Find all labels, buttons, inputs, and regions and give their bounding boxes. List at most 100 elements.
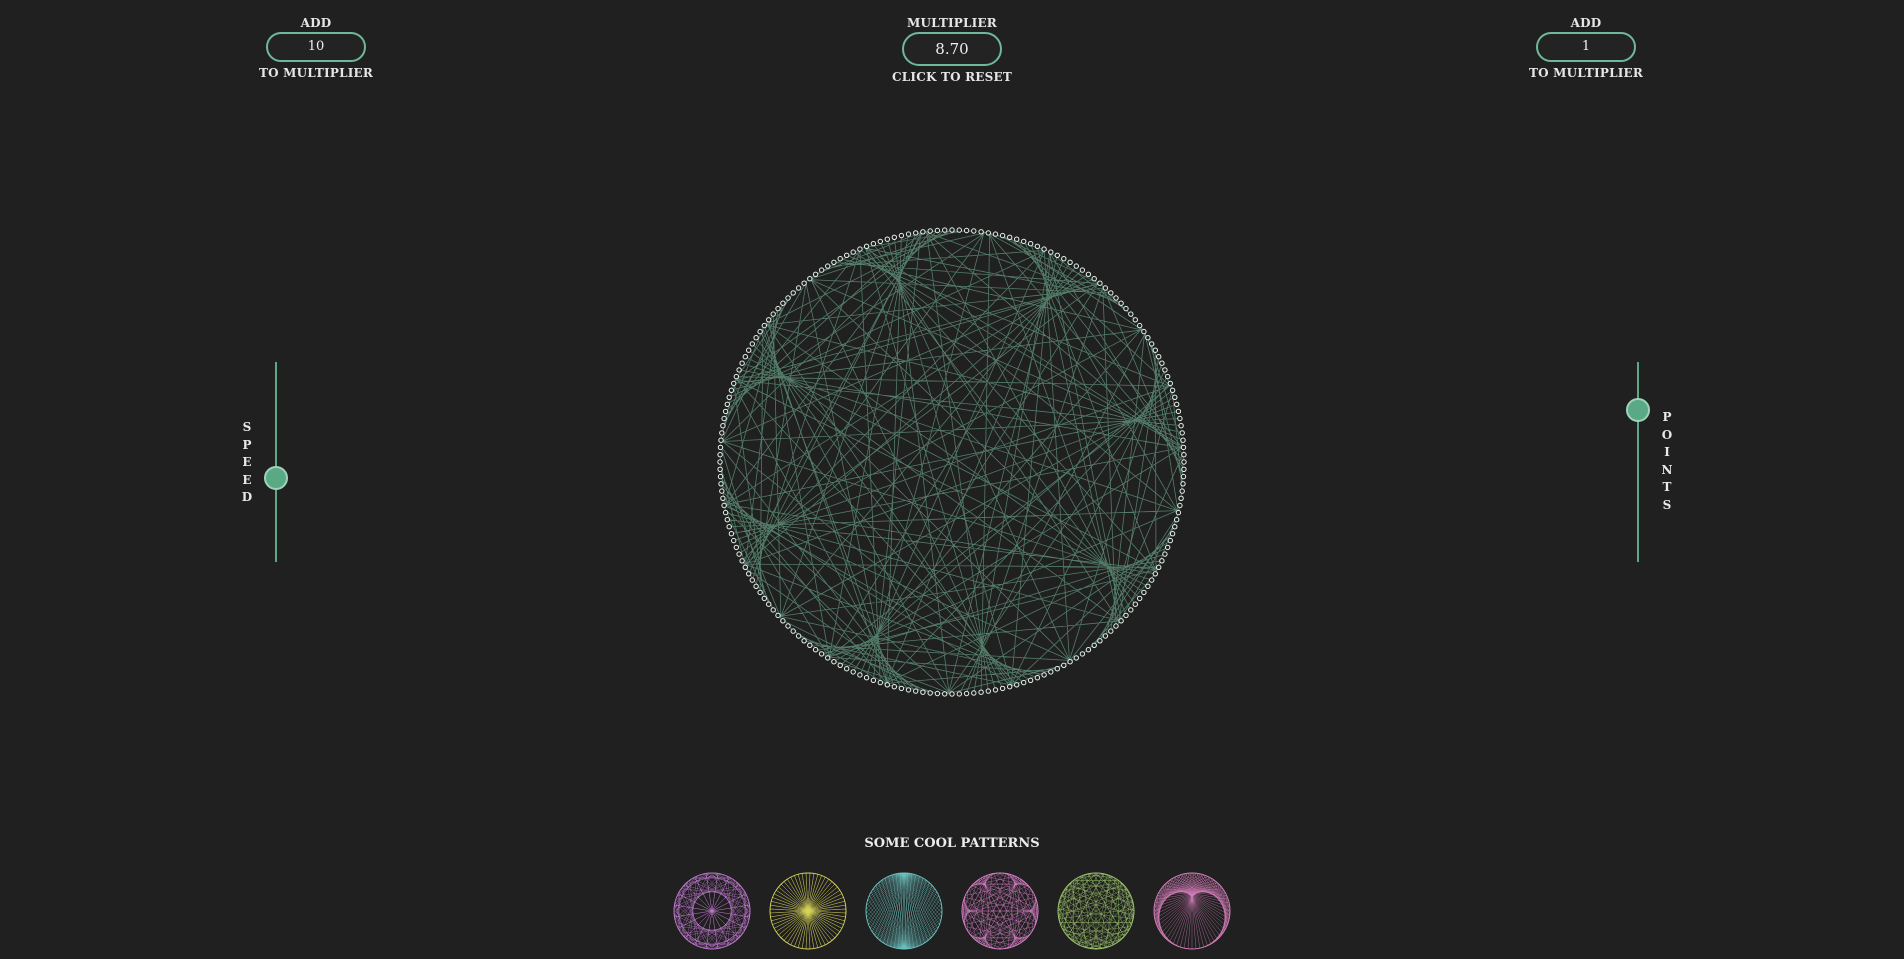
circle-point [753, 583, 759, 589]
circle-point [1108, 628, 1114, 634]
pattern-teal-grid-thumbnail[interactable] [864, 871, 944, 951]
circle-point [1181, 459, 1187, 465]
circle-point [1156, 354, 1162, 360]
circle-point [863, 243, 870, 249]
circle-point [728, 531, 735, 537]
circle-point [720, 423, 726, 429]
circle-point [795, 633, 802, 639]
multiplier-label: MULTIPLIER [907, 16, 997, 30]
add-multiplier-control-left: ADD 10 TO MULTIPLIER [246, 16, 386, 80]
circle-point [1128, 311, 1134, 317]
add-value-left-input[interactable]: 10 [266, 32, 366, 62]
circle-point [1079, 267, 1086, 273]
circle-point [1159, 558, 1165, 564]
circle-point [1061, 256, 1067, 262]
circle-point [877, 679, 884, 686]
circle-point [863, 675, 870, 681]
circle-point [801, 638, 807, 644]
circle-point [1156, 564, 1162, 570]
circle-point [1054, 252, 1060, 258]
circle-point [1014, 682, 1020, 688]
circle-point [857, 672, 863, 678]
circle-point [920, 689, 926, 695]
circle-point [749, 341, 755, 347]
circle-point [719, 488, 725, 494]
circle-point [1102, 285, 1109, 291]
speed-slider-track[interactable] [275, 362, 277, 562]
circle-point [717, 459, 723, 465]
circle-point [985, 688, 991, 694]
circle-point [1091, 642, 1097, 648]
circle-point [790, 628, 796, 634]
circle-point [1167, 380, 1173, 387]
circle-point [985, 230, 991, 236]
points-slider[interactable] [1626, 362, 1650, 562]
circle-point [1174, 401, 1180, 408]
circle-point [1021, 238, 1027, 245]
circle-point [1079, 651, 1086, 657]
circle-point [1141, 589, 1147, 596]
circle-point [956, 691, 963, 697]
circle-point [1169, 531, 1176, 537]
circle-point [963, 690, 970, 697]
circle-point [1073, 263, 1079, 269]
circle-point [761, 322, 767, 329]
circle-point [742, 354, 748, 360]
circle-point [1174, 517, 1180, 523]
circle-point [1145, 583, 1151, 589]
circle-point [920, 229, 926, 235]
circle-point [1021, 679, 1027, 686]
circle-point [1067, 259, 1073, 265]
points-label: POINTS [1661, 410, 1673, 512]
circle-point [1132, 317, 1138, 323]
add-value-right-input[interactable]: 1 [1536, 32, 1636, 62]
circle-point [1141, 328, 1147, 335]
circle-point [884, 236, 891, 242]
points-slider-thumb[interactable] [1626, 398, 1650, 422]
circle-point [949, 691, 955, 697]
multiplier-reset-button[interactable]: 8.70 [902, 32, 1002, 66]
circle-point [775, 305, 781, 312]
speed-label: SPEED [241, 420, 253, 504]
points-slider-track[interactable] [1637, 362, 1639, 562]
circle-point [1159, 360, 1165, 366]
circle-point [978, 229, 984, 235]
pattern-violet-mandala-thumbnail[interactable] [672, 871, 752, 951]
circle-point [1180, 444, 1187, 451]
circle-point [942, 691, 948, 697]
circle-point [780, 300, 786, 306]
circle-point [736, 551, 742, 557]
circle-point [1179, 488, 1185, 494]
circle-point [757, 328, 763, 335]
pattern-pink-flower-thumbnail[interactable] [960, 871, 1040, 951]
circle-point [1181, 452, 1187, 458]
circle-point [1177, 502, 1183, 509]
circle-point [1048, 249, 1054, 255]
circle-point [717, 473, 724, 480]
circle-point [1128, 607, 1134, 613]
circle-point [1048, 669, 1054, 675]
pattern-magenta-cardioid-thumbnail[interactable] [1152, 871, 1232, 951]
circle-point [753, 335, 759, 341]
circle-point [739, 360, 745, 366]
circle-point [807, 642, 813, 648]
pattern-yellow-star-thumbnail[interactable] [768, 871, 848, 951]
circle-point [1152, 571, 1158, 577]
circle-point [850, 249, 856, 255]
circle-point [807, 276, 813, 282]
circle-point [801, 280, 807, 286]
circle-point [905, 687, 912, 693]
pattern-green-lattice-thumbnail[interactable] [1056, 871, 1136, 951]
circle-point [1118, 300, 1124, 306]
speed-slider-thumb[interactable] [264, 466, 288, 490]
circle-point [722, 408, 729, 415]
circle-point [927, 228, 933, 234]
to-multiplier-label-left: TO MULTIPLIER [258, 66, 374, 80]
circle-point [1085, 647, 1092, 653]
circle-point [1102, 633, 1109, 639]
speed-slider[interactable] [264, 362, 288, 562]
circle-point [978, 689, 984, 695]
circle-point [790, 290, 796, 296]
circle-point [1178, 423, 1184, 429]
circle-point [795, 285, 802, 291]
